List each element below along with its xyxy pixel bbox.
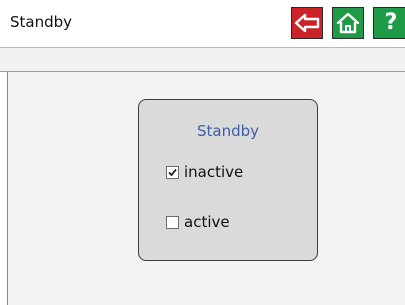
- header-bar: Standby ?: [0, 0, 405, 48]
- option-active[interactable]: active: [166, 213, 230, 231]
- page-title: Standby: [10, 13, 73, 31]
- arrow-left-icon: [294, 13, 320, 33]
- toolbar-strip: [0, 48, 405, 72]
- checkmark-icon: [168, 168, 177, 176]
- panel-title: Standby: [196, 122, 260, 140]
- standby-panel: Standby inactive active: [138, 99, 318, 261]
- home-icon: [336, 12, 360, 34]
- help-button[interactable]: ?: [373, 7, 405, 39]
- inactive-label: inactive: [184, 163, 244, 181]
- inactive-checkbox[interactable]: [166, 165, 179, 179]
- back-button[interactable]: [291, 7, 323, 39]
- option-inactive[interactable]: inactive: [166, 163, 243, 181]
- active-label: active: [184, 213, 230, 231]
- active-checkbox[interactable]: [166, 215, 179, 229]
- home-button[interactable]: [332, 7, 364, 39]
- help-icon: ?: [384, 10, 398, 35]
